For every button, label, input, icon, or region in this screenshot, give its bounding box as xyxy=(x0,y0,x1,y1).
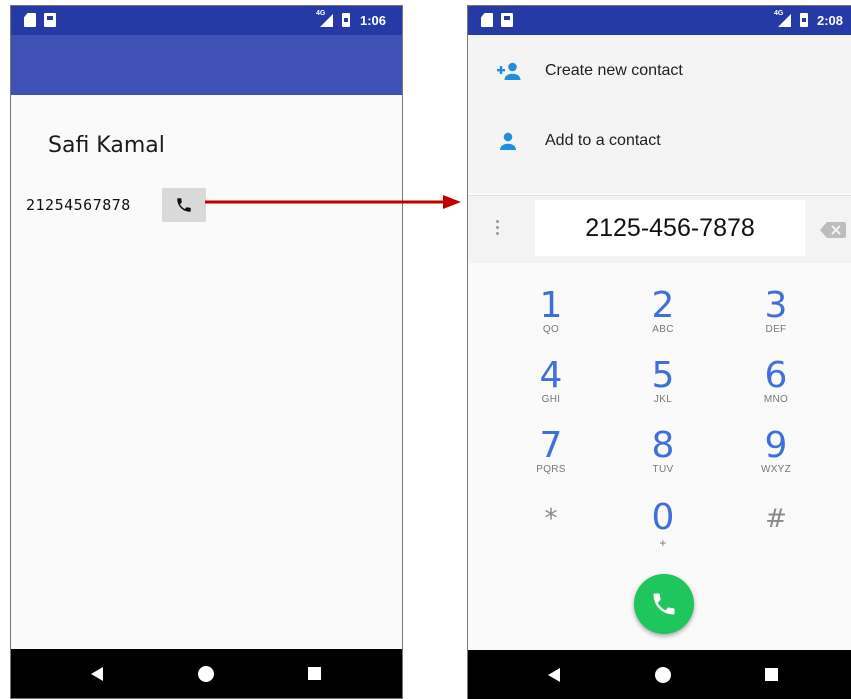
digits-bar: 2125-456-7878 xyxy=(468,195,851,263)
option-label: Add to a contact xyxy=(545,132,661,149)
key-4[interactable]: 4 GHI xyxy=(511,355,591,406)
dialed-number-field[interactable]: 2125-456-7878 xyxy=(535,200,805,256)
key-7[interactable]: 7 PQRS xyxy=(511,425,591,476)
key-digit: 7 xyxy=(539,425,563,466)
battery-icon xyxy=(800,13,808,27)
status-bar: 4G 2:08 xyxy=(468,6,851,35)
status-bar: 4G 1:06 xyxy=(11,6,402,35)
key-star[interactable]: * xyxy=(511,504,591,534)
app-bar xyxy=(11,35,402,95)
key-digit: 9 xyxy=(764,425,788,466)
phone-icon xyxy=(653,593,675,615)
navigation-bar xyxy=(11,649,402,698)
key-letters: JKL xyxy=(653,394,673,405)
key-digit: # xyxy=(765,504,787,534)
key-digit: 0 xyxy=(651,497,675,538)
key-2[interactable]: 2 ABC xyxy=(623,285,703,336)
key-0[interactable]: 0 + xyxy=(623,497,703,551)
dialer-screen: 4G 2:08 Create new contact Add to a cont… xyxy=(467,5,851,699)
add-to-contact-option[interactable]: Add to a contact xyxy=(468,115,851,167)
key-9[interactable]: 9 WXYZ xyxy=(736,425,816,476)
create-new-contact-option[interactable]: Create new contact xyxy=(468,45,851,97)
key-letters: PQRS xyxy=(536,464,566,475)
navigation-bar xyxy=(468,650,851,699)
key-digit: * xyxy=(544,504,558,534)
contact-number: 21254567878 xyxy=(26,196,131,214)
key-1[interactable]: 1 QO xyxy=(511,285,591,336)
key-letters: MNO xyxy=(763,394,789,405)
sd-card-icon xyxy=(481,13,493,27)
back-icon[interactable] xyxy=(91,667,103,681)
voicemail-icon: QO xyxy=(542,324,560,335)
key-digit: 4 xyxy=(539,355,563,396)
key-digit: 8 xyxy=(651,425,675,466)
recents-icon[interactable] xyxy=(308,667,321,680)
signal-icon xyxy=(320,14,333,27)
app-screen: 4G 1:06 Safi Kamal 21254567878 xyxy=(10,5,403,699)
call-button[interactable] xyxy=(162,188,206,222)
status-time: 1:06 xyxy=(360,13,387,28)
key-digit: 6 xyxy=(764,355,788,396)
key-letters: + xyxy=(659,536,667,550)
dial-call-button[interactable] xyxy=(634,574,694,634)
key-letters: TUV xyxy=(652,464,674,475)
contact-name: Safi Kamal xyxy=(48,133,165,158)
phone-icon xyxy=(177,198,191,212)
key-letters: GHI xyxy=(541,394,561,405)
option-label: Create new contact xyxy=(545,62,683,79)
key-digit: 3 xyxy=(764,285,788,326)
key-letters: WXYZ xyxy=(760,464,792,475)
message-icon xyxy=(44,13,56,27)
backspace-icon[interactable] xyxy=(820,222,846,238)
key-3[interactable]: 3 DEF xyxy=(736,285,816,336)
key-letters: DEF xyxy=(765,324,787,335)
home-icon[interactable] xyxy=(198,666,214,682)
back-icon[interactable] xyxy=(548,668,560,682)
key-8[interactable]: 8 TUV xyxy=(623,425,703,476)
key-5[interactable]: 5 JKL xyxy=(623,355,703,406)
recents-icon[interactable] xyxy=(765,668,778,681)
sd-card-icon xyxy=(24,13,36,27)
overflow-menu-icon[interactable] xyxy=(496,220,499,237)
key-digit: 2 xyxy=(651,285,675,326)
person-icon xyxy=(500,132,516,150)
status-time: 2:08 xyxy=(817,13,844,28)
contact-options-panel: Create new contact Add to a contact xyxy=(468,35,851,193)
battery-icon xyxy=(342,13,350,27)
add-person-icon xyxy=(497,62,521,80)
transition-arrow xyxy=(205,195,461,209)
signal-icon xyxy=(778,14,791,27)
key-digit: 5 xyxy=(651,355,675,396)
home-icon[interactable] xyxy=(655,667,671,683)
message-icon xyxy=(501,13,513,27)
key-6[interactable]: 6 MNO xyxy=(736,355,816,406)
key-hash[interactable]: # xyxy=(736,504,816,534)
key-letters: ABC xyxy=(652,324,674,335)
key-digit: 1 xyxy=(539,285,563,326)
